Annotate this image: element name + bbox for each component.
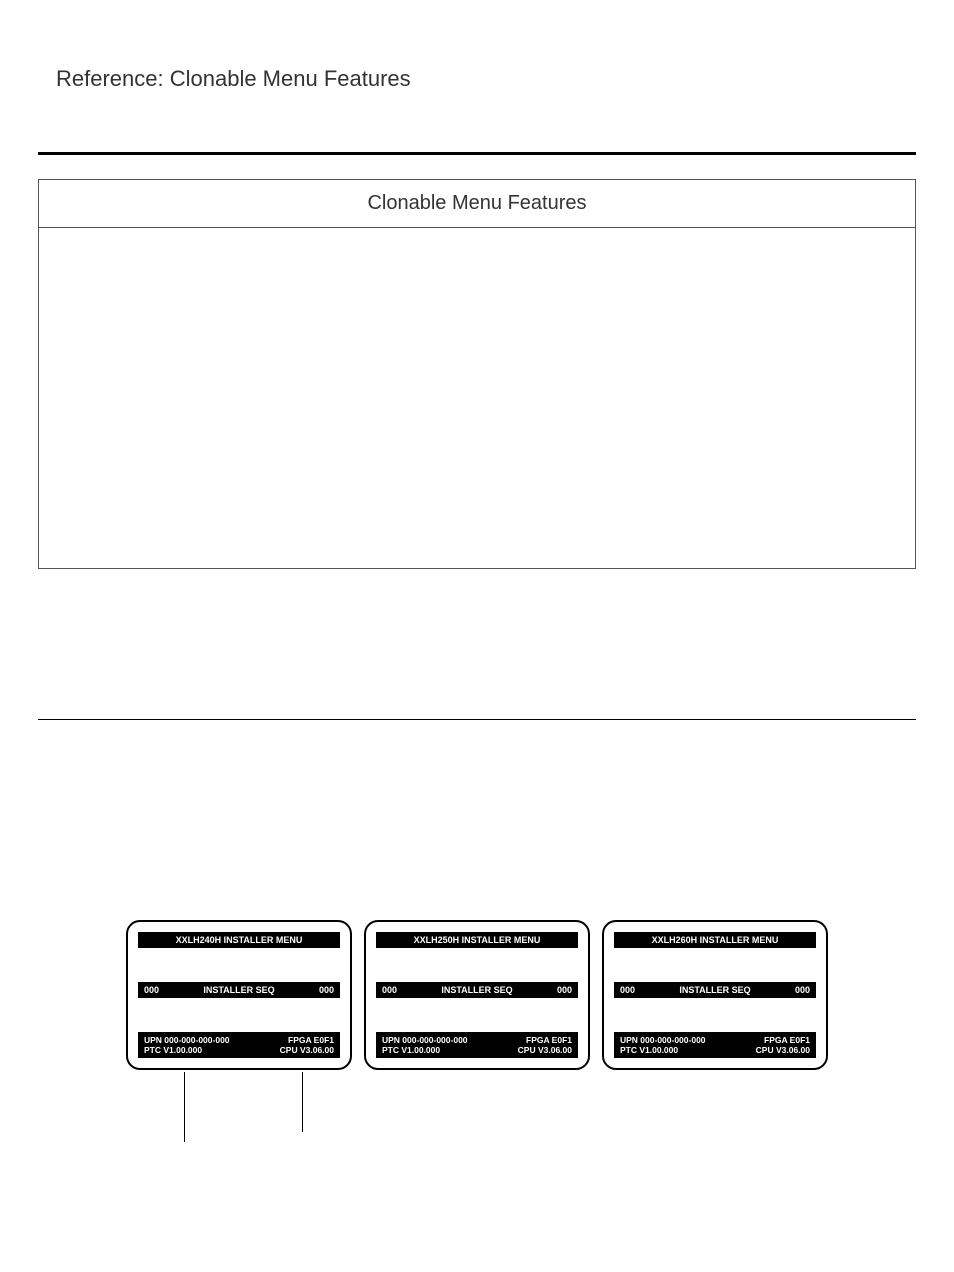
seq-label: INSTALLER SEQ [441, 985, 512, 995]
divider-thin [38, 719, 916, 720]
installer-menu-box: XXLH250H INSTALLER MENU 000 INSTALLER SE… [364, 920, 590, 1070]
installer-menu-box: XXLH240H INSTALLER MENU 000 INSTALLER SE… [126, 920, 352, 1070]
info-col-left: UPN 000-000-000-000 PTC V1.00.000 [144, 1035, 230, 1055]
seq-left: 000 [620, 985, 635, 995]
cpu-value: CPU V3.06.00 [518, 1045, 572, 1055]
upn-value: UPN 000-000-000-000 [144, 1035, 230, 1045]
fpga-value: FPGA E0F1 [756, 1035, 810, 1045]
menu-seq-bar: 000 INSTALLER SEQ 000 [376, 982, 578, 998]
menu-seq-bar: 000 INSTALLER SEQ 000 [138, 982, 340, 998]
ptc-value: PTC V1.00.000 [382, 1045, 468, 1055]
pointer-line-1 [184, 1072, 185, 1142]
panel-body [39, 228, 915, 568]
menu-title-bar: XXLH250H INSTALLER MENU [376, 932, 578, 948]
seq-right: 000 [557, 985, 572, 995]
pointer-line-2 [302, 1072, 303, 1132]
menu-title-bar: XXLH260H INSTALLER MENU [614, 932, 816, 948]
seq-right: 000 [795, 985, 810, 995]
panel: Clonable Menu Features [38, 179, 916, 569]
menu-title-bar: XXLH240H INSTALLER MENU [138, 932, 340, 948]
cpu-value: CPU V3.06.00 [756, 1045, 810, 1055]
seq-label: INSTALLER SEQ [679, 985, 750, 995]
ptc-value: PTC V1.00.000 [144, 1045, 230, 1055]
seq-left: 000 [382, 985, 397, 995]
fpga-value: FPGA E0F1 [518, 1035, 572, 1045]
info-col-right: FPGA E0F1 CPU V3.06.00 [280, 1035, 334, 1055]
info-col-right: FPGA E0F1 CPU V3.06.00 [756, 1035, 810, 1055]
seq-label: INSTALLER SEQ [203, 985, 274, 995]
page-title: Reference: Clonable Menu Features [56, 66, 916, 92]
info-col-left: UPN 000-000-000-000 PTC V1.00.000 [382, 1035, 468, 1055]
seq-right: 000 [319, 985, 334, 995]
cpu-value: CPU V3.06.00 [280, 1045, 334, 1055]
ptc-value: PTC V1.00.000 [620, 1045, 706, 1055]
panel-title: Clonable Menu Features [39, 180, 915, 228]
menu-info-bar: UPN 000-000-000-000 PTC V1.00.000 FPGA E… [138, 1032, 340, 1058]
divider-thick [38, 152, 916, 155]
menu-seq-bar: 000 INSTALLER SEQ 000 [614, 982, 816, 998]
menu-info-bar: UPN 000-000-000-000 PTC V1.00.000 FPGA E… [376, 1032, 578, 1058]
installer-menus-row: XXLH240H INSTALLER MENU 000 INSTALLER SE… [38, 920, 916, 1070]
installer-menu-box: XXLH260H INSTALLER MENU 000 INSTALLER SE… [602, 920, 828, 1070]
seq-left: 000 [144, 985, 159, 995]
info-col-right: FPGA E0F1 CPU V3.06.00 [518, 1035, 572, 1055]
menu-info-bar: UPN 000-000-000-000 PTC V1.00.000 FPGA E… [614, 1032, 816, 1058]
upn-value: UPN 000-000-000-000 [382, 1035, 468, 1045]
info-col-left: UPN 000-000-000-000 PTC V1.00.000 [620, 1035, 706, 1055]
upn-value: UPN 000-000-000-000 [620, 1035, 706, 1045]
fpga-value: FPGA E0F1 [280, 1035, 334, 1045]
